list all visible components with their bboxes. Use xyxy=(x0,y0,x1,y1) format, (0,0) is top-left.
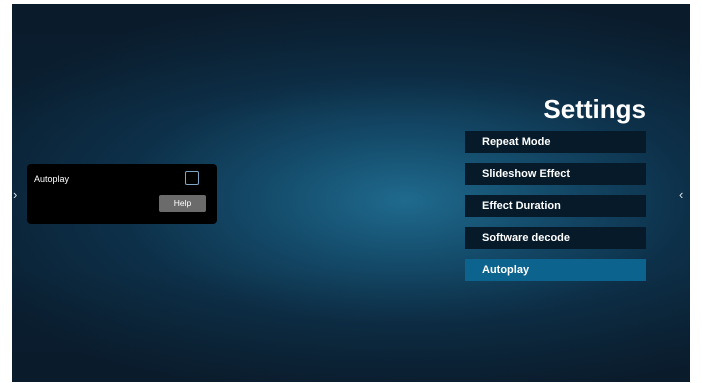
settings-title: Settings xyxy=(543,94,646,124)
chevron-right-icon[interactable]: › xyxy=(13,188,17,201)
menu-item-software-decode[interactable]: Software decode xyxy=(465,227,646,249)
autoplay-label: Autoplay xyxy=(34,174,70,184)
tv-screen: › ‹ Autoplay Help Settings Repeat Mode S… xyxy=(12,4,690,382)
menu-item-autoplay[interactable]: Autoplay xyxy=(465,259,646,281)
menu-item-slideshow-effect[interactable]: Slideshow Effect xyxy=(465,163,646,185)
menu-item-repeat-mode[interactable]: Repeat Mode xyxy=(465,131,646,153)
menu-item-effect-duration[interactable]: Effect Duration xyxy=(465,195,646,217)
help-button[interactable]: Help xyxy=(159,195,206,212)
autoplay-checkbox[interactable] xyxy=(185,171,199,185)
autoplay-popup: Autoplay Help xyxy=(27,164,217,224)
chevron-left-icon[interactable]: ‹ xyxy=(679,188,683,201)
